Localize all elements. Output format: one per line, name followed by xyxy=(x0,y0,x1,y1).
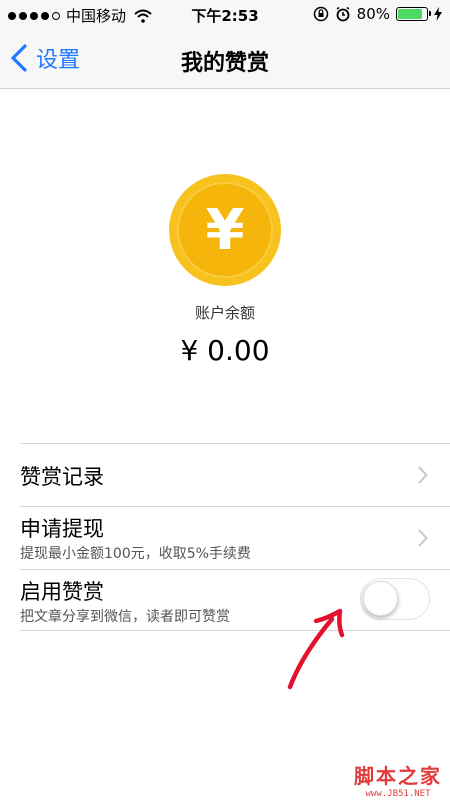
row-label: 赞赏记录 xyxy=(20,465,104,489)
status-right: 80% xyxy=(313,5,442,23)
page: 中国移动 下午2:53 80% 设置 我的赞赏 ¥ 账户余额 ¥ 0.00 赞赏… xyxy=(0,0,450,800)
row-label: 申请提现 xyxy=(20,517,104,541)
coin-icon: ¥ xyxy=(168,173,282,287)
row-label: 启用赞赏 xyxy=(20,580,104,604)
rotation-lock-icon xyxy=(313,6,328,22)
chevron-right-icon xyxy=(418,529,428,547)
battery-percent: 80% xyxy=(356,5,390,23)
row-subtitle: 提现最小金额100元，收取5%手续费 xyxy=(20,546,251,562)
toggle-knob xyxy=(363,581,398,616)
balance-amount: ¥ 0.00 xyxy=(180,334,270,367)
watermark-sub: www.JB51.NET xyxy=(365,789,431,799)
row-reward-records[interactable]: 赞赏记录 xyxy=(20,443,450,506)
alarm-icon xyxy=(336,6,350,22)
watermark-main: 脚本之家 xyxy=(354,764,442,788)
coin-symbol: ¥ xyxy=(206,198,245,263)
watermark-logo: 脚本之家 www.JB51.NET xyxy=(354,760,442,799)
enable-reward-toggle[interactable] xyxy=(360,578,430,620)
row-enable-reward: 启用赞赏 把文章分享到微信，读者即可赞赏 xyxy=(20,569,450,631)
row-subtitle: 把文章分享到微信，读者即可赞赏 xyxy=(20,609,230,625)
chevron-right-icon xyxy=(418,466,428,484)
settings-list: 赞赏记录 申请提现 提现最小金额100元，收取5%手续费 启用赞赏 把文章分享到… xyxy=(20,443,450,631)
battery-icon xyxy=(396,7,431,21)
row-withdraw[interactable]: 申请提现 提现最小金额100元，收取5%手续费 xyxy=(20,506,450,569)
balance-label: 账户余额 xyxy=(194,304,255,322)
navigation-bar: 设置 我的赞赏 xyxy=(0,30,450,89)
page-title: 我的赞赏 xyxy=(180,51,269,76)
annotation-arrow-icon xyxy=(287,608,345,690)
status-bar: 中国移动 下午2:53 80% xyxy=(0,0,450,30)
charging-bolt-icon xyxy=(434,7,442,21)
